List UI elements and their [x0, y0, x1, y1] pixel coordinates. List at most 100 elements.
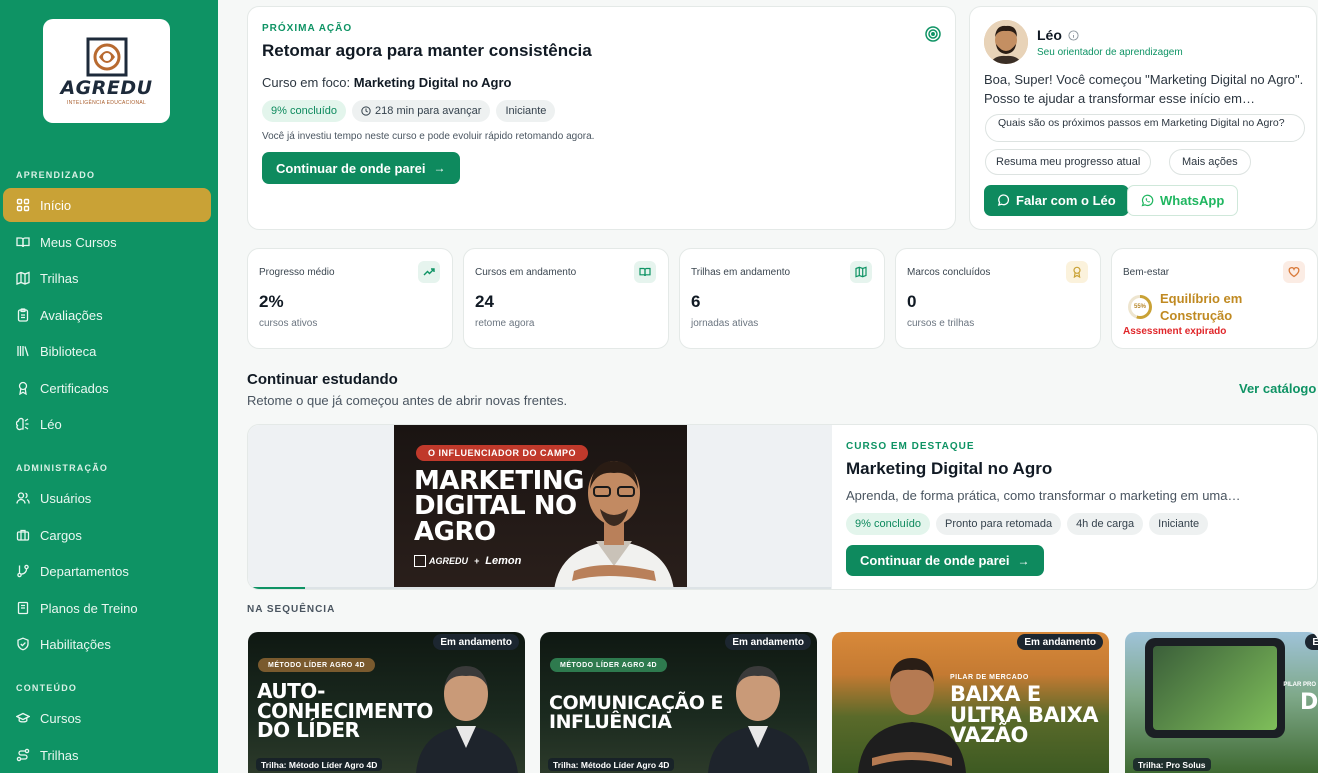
sequence-title: NA SEQUÊNCIA [247, 604, 336, 615]
stat-value: 24 [475, 292, 494, 311]
section-title-aprendizado: APRENDIZADO [16, 170, 96, 180]
sequence-badge: Em andamento [433, 634, 519, 650]
suggestion-next-steps[interactable]: Quais são os próximos passos em Marketin… [985, 114, 1305, 142]
library-icon [17, 346, 29, 357]
wellbeing-percent: 55% [1131, 298, 1149, 316]
sidebar-item-planos-de-treino[interactable]: Planos de Treino [3, 591, 211, 625]
sidebar-item-certificados[interactable]: Certificados [3, 371, 211, 405]
whatsapp-label: WhatsApp [1160, 193, 1225, 208]
next-action-title: Retomar agora para manter consistência [262, 41, 592, 60]
wellbeing-label: Bem-estar [1123, 267, 1170, 278]
next-action-chips: 9% concluído 218 min para avançar Inicia… [262, 100, 561, 122]
stat-card-trails: Trilhas em andamento 6 jornadas ativas [679, 248, 885, 349]
sidebar-item-label: Usuários [40, 490, 92, 506]
arrow-right-icon: → [1017, 553, 1030, 568]
sequence-card[interactable]: MÉTODO LÍDER AGRO 4D COMUNICAÇÃO E INFLU… [540, 632, 817, 773]
sequence-tag: PILAR DE MERCADO [950, 674, 1029, 681]
sidebar: AGREDU INTELIGÊNCIA EDUCACIONAL APRENDIZ… [0, 0, 218, 773]
sequence-card[interactable]: PILAR DE MERCADO BAIXA E ULTRA BAIXA VAZ… [832, 632, 1109, 773]
presenter-illustration-icon [554, 461, 674, 589]
stat-sub: cursos ativos [259, 318, 318, 329]
thumbnail-partner: Lemon [485, 555, 522, 567]
sequence-title-line: BAIXA E [950, 682, 1041, 706]
sidebar-item-departamentos[interactable]: Departamentos [3, 554, 211, 588]
users-icon [16, 492, 30, 504]
talk-to-leo-label: Falar com o Léo [1016, 193, 1116, 208]
sidebar-item-trilhas[interactable]: Trilhas [3, 261, 211, 295]
stat-value: 2% [259, 292, 284, 311]
stat-label: Cursos em andamento [475, 267, 577, 278]
featured-progress-fill [253, 587, 306, 589]
stat-icon-wrap [634, 261, 656, 283]
sidebar-item-trilhas-conteudo[interactable]: Trilhas [3, 738, 211, 772]
sidebar-item-label: Certificados [40, 380, 109, 396]
chip-status: Pronto para retomada [936, 513, 1062, 535]
chip-time-label: 218 min para avançar [375, 105, 482, 117]
sidebar-item-cursos[interactable]: Cursos [3, 701, 211, 735]
sequence-tag: MÉTODO LÍDER AGRO 4D [258, 658, 376, 672]
featured-continue-button[interactable]: Continuar de onde parei → [846, 545, 1044, 576]
sequence-card[interactable]: MÉTODO LÍDER AGRO 4D AUTO- CONHECIMENTO … [248, 632, 525, 773]
avatar-illustration-icon [984, 20, 1028, 64]
continue-section-title: Continuar estudando [247, 371, 398, 388]
sidebar-item-habilitacoes[interactable]: Habilitações [3, 627, 211, 661]
sidebar-item-label: Avaliações [40, 307, 103, 323]
sidebar-item-usuarios[interactable]: Usuários [3, 481, 211, 515]
sidebar-item-label: Início [40, 197, 72, 213]
git-branch-icon [17, 564, 29, 578]
sequence-title-art: BAIXA E ULTRA BAIXA VAZÃO [950, 682, 1099, 746]
sidebar-item-cargos[interactable]: Cargos [3, 518, 211, 552]
chip-progress: 9% concluído [262, 100, 347, 122]
chip-level: Iniciante [1149, 513, 1209, 535]
sidebar-item-label: Meus Cursos [40, 234, 117, 250]
catalog-link[interactable]: Ver catálogo [1239, 381, 1316, 396]
suggestion-summary[interactable]: Resuma meu progresso atual [985, 149, 1152, 175]
sequence-card[interactable]: PILAR PRO DUX E Trilha: Pro Solus [1125, 632, 1318, 773]
stat-label: Trilhas em andamento [691, 267, 791, 278]
sidebar-item-avaliacoes[interactable]: Avaliações [3, 298, 211, 332]
trending-up-icon [423, 268, 435, 276]
sequence-title-art: DUX [1300, 690, 1318, 715]
section-title-administracao: ADMINISTRAÇÃO [16, 463, 109, 473]
shield-icon [17, 637, 29, 651]
sequence-title-line: DO LÍDER [257, 718, 360, 743]
sidebar-item-leo[interactable]: Léo [3, 407, 211, 441]
stat-card-progress: Progresso médio 2% cursos ativos [247, 248, 453, 349]
featured-description: Aprenda, de forma prática, como transfor… [846, 488, 1241, 503]
sidebar-item-meus-cursos[interactable]: Meus Cursos [3, 225, 211, 259]
stat-sub: jornadas ativas [691, 318, 759, 329]
sequence-tag: MÉTODO LÍDER AGRO 4D [550, 658, 668, 672]
sequence-badge: Em andamento [1017, 634, 1103, 650]
featured-course-card: O INFLUENCIADOR DO CAMPO MARKETING DIGIT… [247, 424, 1318, 590]
sequence-title-line: INFLUÊNCIA [549, 710, 672, 733]
info-icon[interactable] [1068, 29, 1079, 41]
featured-thumbnail-area[interactable]: O INFLUENCIADOR DO CAMPO MARKETING DIGIT… [248, 425, 832, 589]
sidebar-item-inicio[interactable]: Início [3, 188, 211, 222]
continue-button[interactable]: Continuar de onde parei → [262, 152, 460, 184]
sidebar-item-label: Trilhas [40, 747, 79, 763]
sequence-title-art: COMUNICAÇÃO E INFLUÊNCIA [549, 694, 723, 731]
stat-sub: cursos e trilhas [907, 318, 975, 329]
person-illustration-icon [416, 666, 518, 773]
more-actions-button[interactable]: Mais ações [1169, 149, 1251, 175]
thumbnail-brand: AGREDU [429, 556, 469, 566]
award-icon [18, 381, 28, 395]
stat-value: 0 [907, 292, 917, 311]
stat-label: Progresso médio [259, 267, 335, 278]
featured-thumbnail: O INFLUENCIADOR DO CAMPO MARKETING DIGIT… [394, 425, 687, 589]
chip-level: Iniciante [496, 100, 556, 122]
whatsapp-button[interactable]: WhatsApp [1127, 185, 1239, 216]
message-circle-icon [997, 194, 1010, 206]
sidebar-item-label: Biblioteca [40, 343, 97, 359]
sidebar-item-biblioteca[interactable]: Biblioteca [3, 334, 211, 368]
chip-progress: 9% concluído [846, 513, 931, 535]
brand-logo[interactable]: AGREDU INTELIGÊNCIA EDUCACIONAL [43, 19, 170, 123]
wellbeing-card[interactable]: Bem-estar 55% Equilíbrio em Construção A… [1111, 248, 1318, 349]
sidebar-item-label: Departamentos [40, 563, 129, 579]
featured-continue-label: Continuar de onde parei [860, 553, 1010, 568]
sequence-trail: Trilha: Método Líder Agro 4D [256, 758, 383, 771]
talk-to-leo-button[interactable]: Falar com o Léo [984, 185, 1129, 216]
graduation-cap-icon [16, 712, 30, 723]
next-action-note: Você já investiu tempo neste curso e pod… [262, 131, 595, 142]
tablet-illustration [1145, 638, 1285, 738]
